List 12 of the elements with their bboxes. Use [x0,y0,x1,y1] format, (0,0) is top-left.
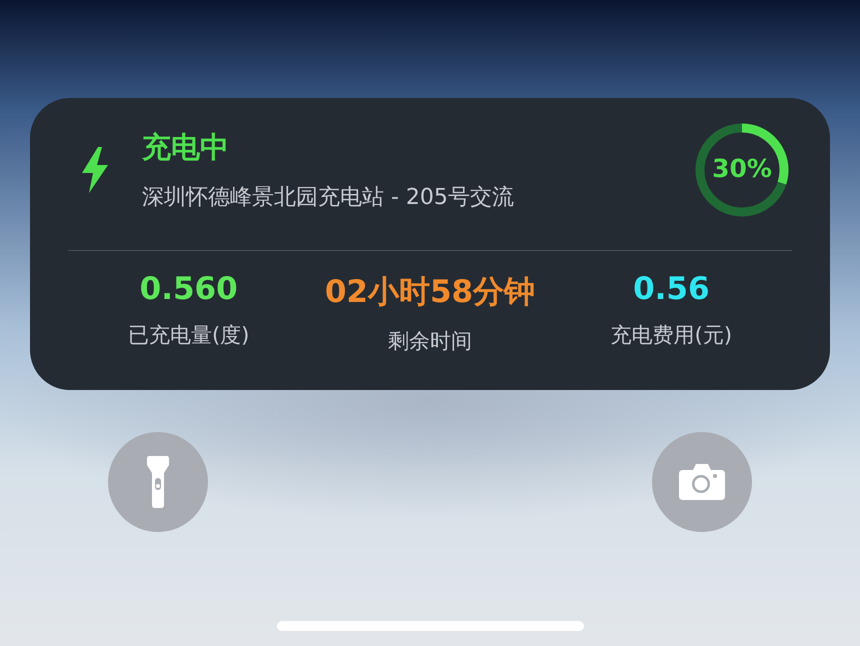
lightning-icon [80,147,110,193]
stat-label: 充电费用(元) [610,322,732,349]
flashlight-icon [147,456,169,508]
stat-value: 0.56 [633,271,710,307]
stat-label: 已充电量(度) [128,322,250,349]
station-name: 深圳怀德峰景北园充电站 - 205号交流 [142,184,515,212]
stat-label: 剩余时间 [388,328,472,355]
progress-percent: 30% [711,154,773,183]
status-text: 充电中 [142,129,230,166]
camera-icon [679,464,725,500]
stat-value: 0.560 [140,271,238,307]
stat-value: 02小时58分钟 [324,273,536,312]
